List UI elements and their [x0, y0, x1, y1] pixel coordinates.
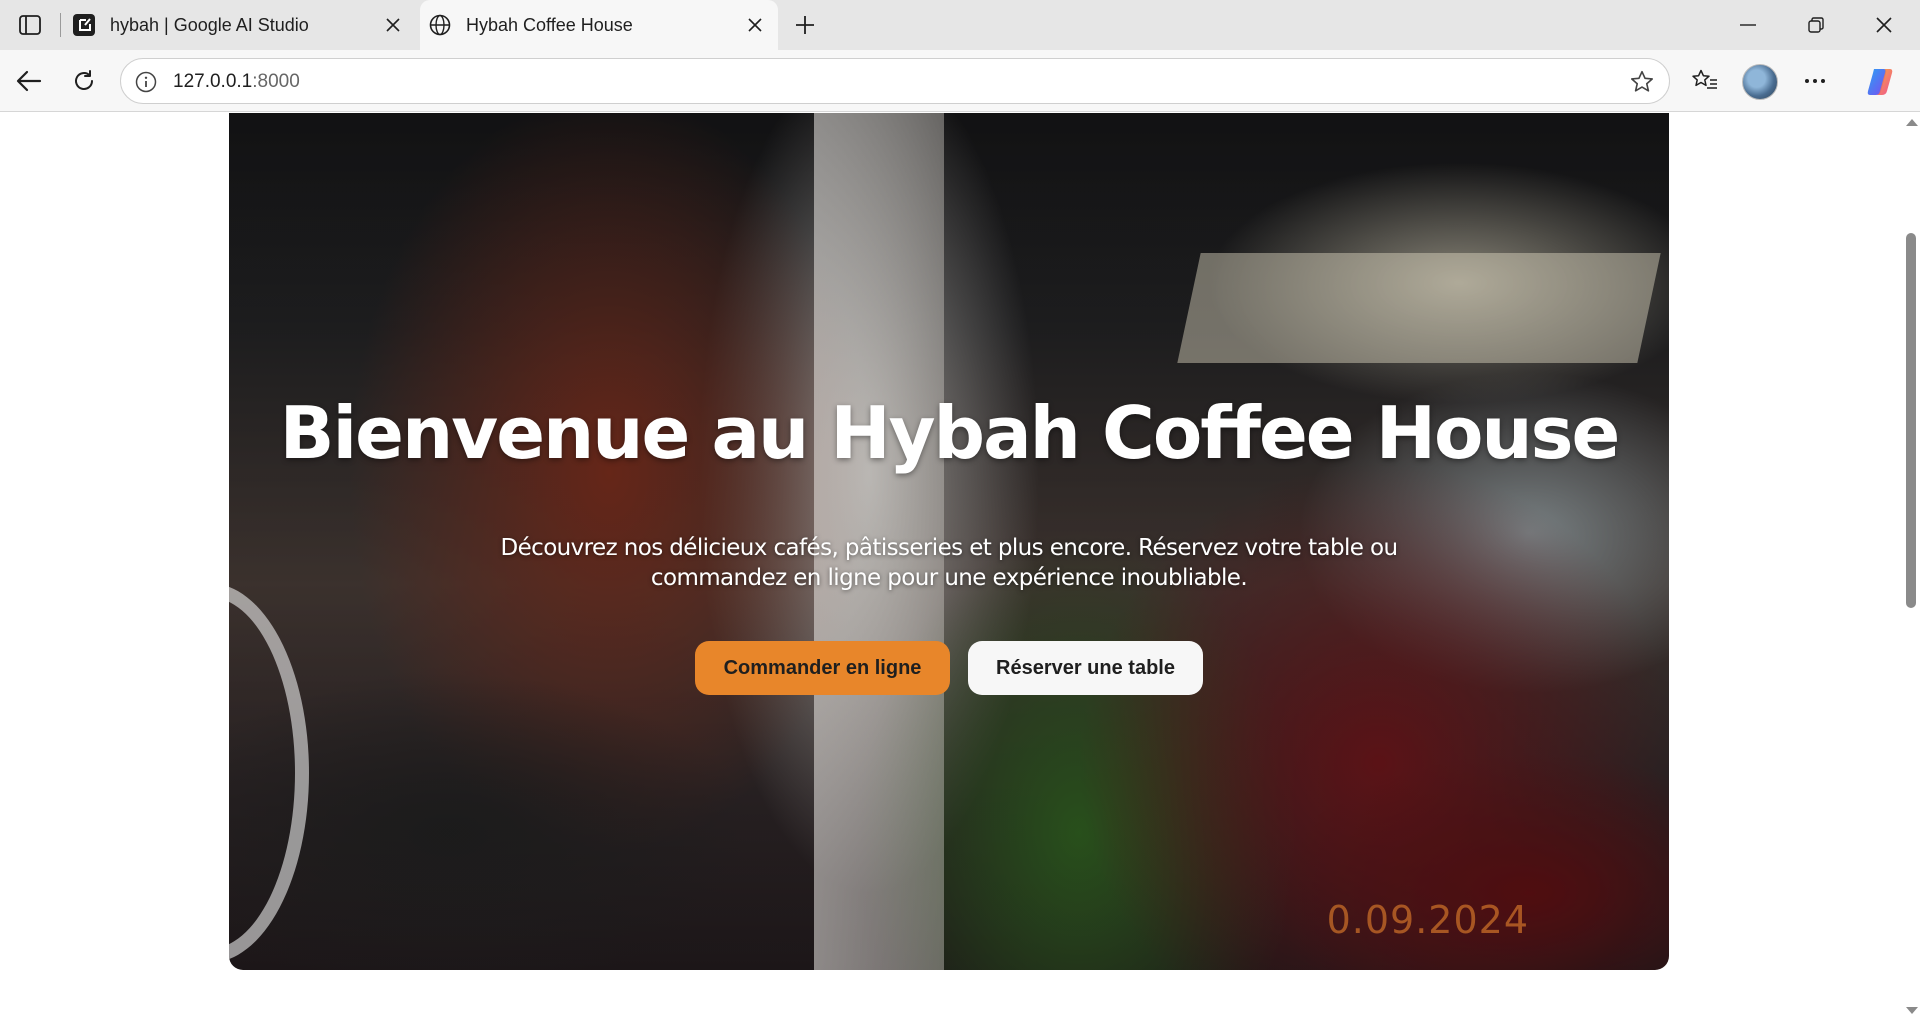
order-online-button[interactable]: Commander en ligne — [695, 641, 950, 695]
back-arrow-icon[interactable] — [10, 62, 48, 100]
url-text: 127.0.0.1:8000 — [173, 71, 300, 93]
ai-studio-icon — [72, 13, 96, 37]
more-icon[interactable] — [1796, 62, 1834, 100]
hero-photo-arc — [229, 583, 309, 963]
tab-strip: hybah | Google AI Studio Hybah Coffee Ho… — [0, 0, 1920, 50]
tab-separator — [60, 13, 61, 37]
hero-description: Découvrez nos délicieux cafés, pâtisseri… — [500, 535, 1399, 591]
hero-title: Bienvenue au Hybah Coffee House — [279, 391, 1621, 475]
globe-icon — [428, 13, 452, 37]
page-viewport: 0.09.2024 Bienvenue au Hybah Coffee Hous… — [0, 113, 1920, 1020]
tab-title: Hybah Coffee House — [466, 14, 633, 35]
restore-icon[interactable] — [1782, 0, 1850, 50]
hero-photo-ceiling — [1177, 253, 1661, 363]
reload-icon[interactable] — [65, 62, 103, 100]
reserve-table-button[interactable]: Réserver une table — [968, 641, 1203, 695]
favorites-icon[interactable] — [1686, 62, 1724, 100]
tab-ai-studio[interactable]: hybah | Google AI Studio — [66, 0, 416, 50]
photo-date-stamp: 0.09.2024 — [1326, 898, 1529, 942]
avatar[interactable] — [1742, 64, 1778, 100]
close-icon[interactable] — [740, 10, 770, 40]
hero-buttons: Commander en ligne Réserver une table — [229, 641, 1669, 695]
tab-actions-icon[interactable] — [12, 8, 48, 42]
browser-toolbar: 127.0.0.1:8000 — [0, 50, 1920, 112]
page-scrollbar[interactable] — [1902, 113, 1920, 1020]
url-port: :8000 — [252, 71, 300, 92]
minimize-icon[interactable] — [1714, 0, 1782, 50]
scroll-up-icon[interactable] — [1906, 119, 1918, 126]
scroll-down-icon[interactable] — [1906, 1007, 1918, 1014]
new-tab-icon[interactable] — [788, 8, 822, 42]
url-host: 127.0.0.1 — [173, 71, 253, 92]
address-bar[interactable]: 127.0.0.1:8000 — [120, 58, 1670, 104]
copilot-icon[interactable] — [1862, 64, 1898, 100]
close-icon[interactable] — [378, 10, 408, 40]
info-icon[interactable] — [133, 69, 159, 95]
scroll-thumb[interactable] — [1906, 233, 1916, 608]
tab-title: hybah | Google AI Studio — [110, 14, 309, 35]
close-window-icon[interactable] — [1850, 0, 1918, 50]
tab-hybah-coffee-house[interactable]: Hybah Coffee House — [420, 0, 778, 50]
star-icon[interactable] — [1627, 67, 1657, 97]
hero-section: 0.09.2024 Bienvenue au Hybah Coffee Hous… — [229, 113, 1669, 970]
